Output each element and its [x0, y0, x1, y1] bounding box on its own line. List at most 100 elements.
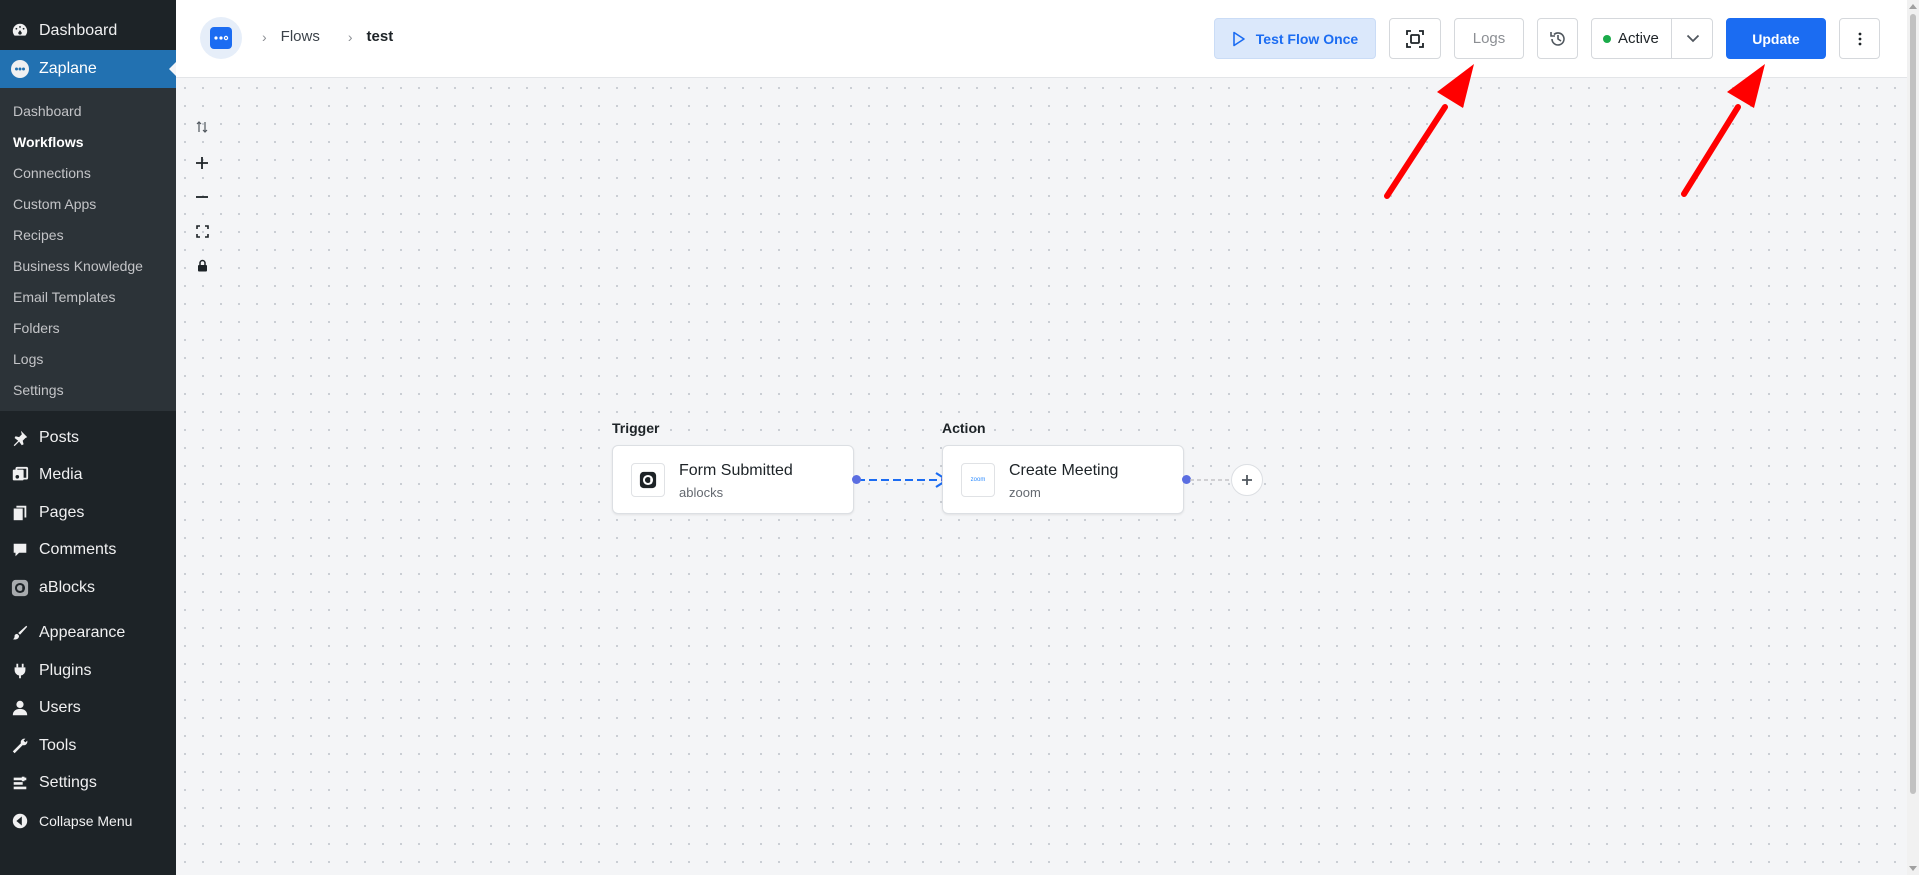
- zaplane-logo-icon: [210, 27, 232, 49]
- scroll-up-arrow[interactable]: [1909, 4, 1917, 9]
- user-icon: [10, 698, 30, 718]
- menu-users[interactable]: Users: [0, 690, 176, 728]
- menu-appearance-label: Appearance: [39, 624, 126, 642]
- play-icon: [1232, 31, 1245, 46]
- fit-canvas-button[interactable]: [190, 219, 214, 243]
- comment-icon: [10, 540, 30, 560]
- ablocks-app-icon: [631, 463, 665, 497]
- menu-posts[interactable]: Posts: [0, 419, 176, 457]
- flow-header: › Flows › test Test Flow Once Logs Activ…: [176, 0, 1907, 78]
- logs-button[interactable]: Logs: [1454, 18, 1524, 59]
- menu-media[interactable]: Media: [0, 457, 176, 495]
- menu-comments[interactable]: Comments: [0, 532, 176, 570]
- collapse-menu-button[interactable]: Collapse Menu: [0, 802, 176, 840]
- test-flow-once-button[interactable]: Test Flow Once: [1214, 18, 1376, 59]
- status-divider: [1671, 19, 1672, 58]
- submenu-custom-apps[interactable]: Custom Apps: [0, 188, 176, 219]
- minus-icon: [196, 196, 208, 198]
- menu-zaplane[interactable]: Zaplane: [0, 50, 176, 88]
- action-step-label: Action: [942, 420, 986, 436]
- chevron-right-icon: ›: [347, 28, 353, 45]
- menu-appearance[interactable]: Appearance: [0, 615, 176, 653]
- settings-icon: [10, 773, 30, 793]
- more-vertical-icon: [1858, 32, 1861, 45]
- chevron-down-icon[interactable]: [1673, 19, 1713, 58]
- trigger-title: Form Submitted: [679, 462, 793, 479]
- menu-posts-label: Posts: [39, 428, 80, 446]
- wrench-icon: [10, 736, 30, 756]
- submenu-folders[interactable]: Folders: [0, 312, 176, 343]
- breadcrumb-current-flow: test: [366, 28, 394, 45]
- trigger-node[interactable]: Form Submitted ablocks: [612, 445, 854, 514]
- menu-group-content: Posts Media Pages Comments aBlocks: [0, 411, 176, 607]
- submenu-dashboard[interactable]: Dashboard: [0, 95, 176, 126]
- update-button-label: Update: [1752, 30, 1800, 47]
- add-step-connector: [1190, 479, 1232, 481]
- scroll-thumb[interactable]: [1910, 14, 1916, 794]
- menu-users-label: Users: [39, 699, 81, 717]
- menu-settings[interactable]: Settings: [0, 765, 176, 803]
- page-scrollbar[interactable]: [1907, 0, 1919, 875]
- fit-view-button[interactable]: [1389, 18, 1441, 59]
- action-node[interactable]: zoom Create Meeting zoom: [942, 445, 1184, 514]
- menu-tools[interactable]: Tools: [0, 727, 176, 765]
- plus-icon: [1242, 475, 1252, 485]
- scroll-down-arrow[interactable]: [1909, 866, 1917, 871]
- update-button[interactable]: Update: [1726, 18, 1826, 59]
- trigger-app-name: ablocks: [679, 485, 724, 500]
- zoom-logo-text: zoom: [970, 477, 986, 483]
- focus-frame-icon: [1406, 29, 1424, 48]
- history-icon: [1549, 31, 1565, 46]
- dashboard-icon: [10, 21, 30, 41]
- add-step-button[interactable]: [1231, 464, 1263, 496]
- test-flow-once-label: Test Flow Once: [1255, 30, 1359, 47]
- swap-vertical-icon: [196, 121, 208, 133]
- submenu-email-templates[interactable]: Email Templates: [0, 281, 176, 312]
- submenu-connections[interactable]: Connections: [0, 157, 176, 188]
- submenu-logs[interactable]: Logs: [0, 343, 176, 374]
- menu-dashboard[interactable]: Dashboard: [0, 12, 176, 50]
- zaplane-icon: [10, 59, 30, 79]
- breadcrumb: › Flows › test: [262, 28, 421, 45]
- logs-button-label: Logs: [1472, 30, 1506, 47]
- menu-ablocks[interactable]: aBlocks: [0, 569, 176, 607]
- menu-settings-label: Settings: [39, 774, 97, 792]
- chevron-right-icon: ›: [262, 28, 267, 45]
- menu-plugins[interactable]: Plugins: [0, 652, 176, 690]
- app-logo[interactable]: [200, 17, 242, 59]
- submenu-recipes[interactable]: Recipes: [0, 219, 176, 250]
- fullscreen-icon: [195, 224, 209, 238]
- zoom-in-button[interactable]: [190, 151, 214, 175]
- zoom-out-button[interactable]: [190, 185, 214, 209]
- submenu-workflows[interactable]: Workflows: [0, 126, 176, 157]
- zoom-app-icon: zoom: [961, 463, 995, 497]
- history-button[interactable]: [1537, 18, 1578, 59]
- menu-dashboard-label: Dashboard: [39, 22, 118, 39]
- plus-icon: [196, 157, 208, 169]
- menu-media-label: Media: [39, 466, 83, 484]
- submenu-settings[interactable]: Settings: [0, 374, 176, 405]
- menu-pages[interactable]: Pages: [0, 494, 176, 532]
- menu-zaplane-label: Zaplane: [39, 60, 97, 77]
- lock-canvas-button[interactable]: [190, 253, 214, 277]
- status-label: Active: [1618, 30, 1659, 47]
- pages-icon: [10, 503, 30, 523]
- canvas-controls: [190, 115, 214, 287]
- trigger-output-handle[interactable]: [852, 475, 861, 484]
- status-dot: [1603, 34, 1611, 43]
- collapse-menu-label: Collapse Menu: [39, 812, 133, 829]
- menu-ablocks-label: aBlocks: [39, 578, 96, 596]
- status-dropdown[interactable]: Active: [1591, 18, 1713, 59]
- media-icon: [10, 465, 30, 485]
- menu-group-admin: Appearance Plugins Users Tools Settings …: [0, 607, 176, 840]
- menu-plugins-label: Plugins: [39, 661, 92, 679]
- collapse-icon: [10, 811, 30, 831]
- lock-icon: [197, 259, 207, 271]
- plug-icon: [10, 661, 30, 681]
- breadcrumb-flows[interactable]: Flows: [281, 28, 320, 45]
- action-app-name: zoom: [1009, 485, 1041, 500]
- submenu-business-knowledge[interactable]: Business Knowledge: [0, 250, 176, 281]
- sort-layout-button[interactable]: [190, 115, 214, 139]
- flow-canvas[interactable]: Trigger Form Submitted ablocks Action zo…: [176, 79, 1907, 875]
- more-options-button[interactable]: [1839, 18, 1880, 59]
